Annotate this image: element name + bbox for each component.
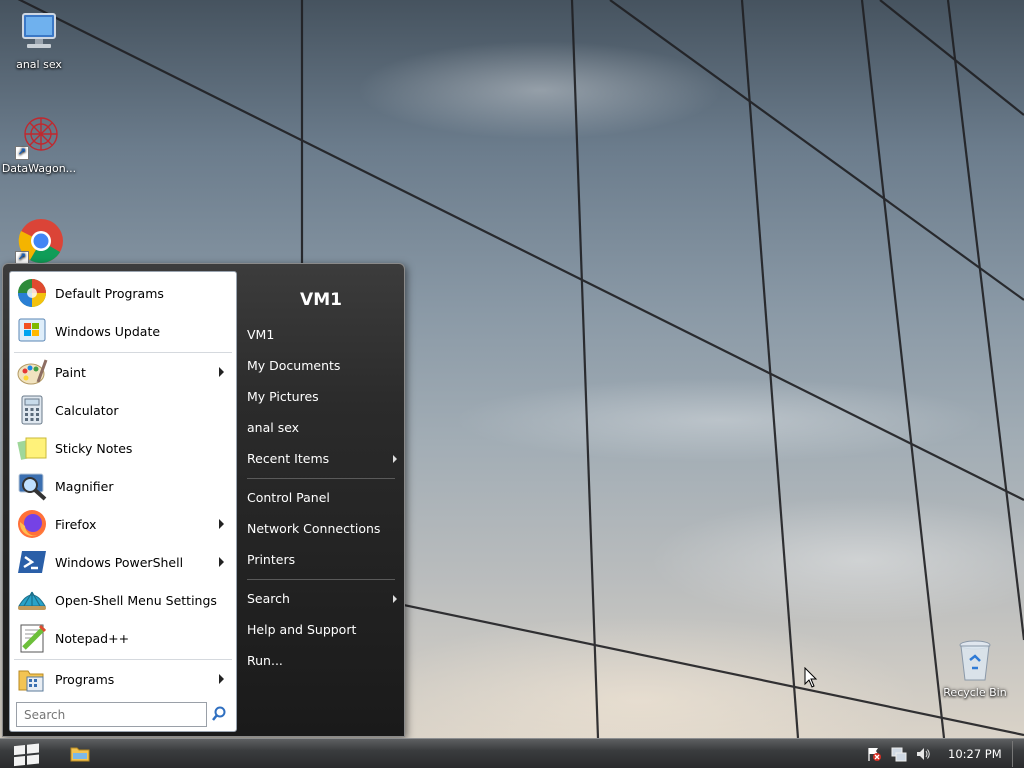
menu-item-calculator[interactable]: Calculator	[12, 392, 234, 428]
menu-item-label: Paint	[55, 364, 86, 380]
action-center-flag-icon[interactable]	[866, 746, 882, 762]
programs-icon	[16, 663, 48, 695]
desktop-icon-datawagon[interactable]: ↗ DataWagon...	[1, 112, 77, 175]
menu-separator	[247, 478, 395, 479]
menu-item-notepad-plus-plus[interactable]: Notepad++	[12, 620, 234, 656]
menu-item-default-programs[interactable]: Default Programs	[12, 275, 234, 311]
right-item-my-pictures[interactable]: My Pictures	[247, 383, 397, 411]
right-item-vm1[interactable]: VM1	[247, 321, 397, 349]
volume-icon[interactable]	[915, 746, 931, 762]
datawagon-icon: ↗	[15, 112, 63, 160]
menu-item-sticky-notes[interactable]: Sticky Notes	[12, 430, 234, 466]
menu-item-magnifier[interactable]: Magnifier	[12, 468, 234, 504]
menu-item-label: Notepad++	[55, 630, 130, 646]
paint-icon	[16, 356, 48, 388]
right-item-control-panel[interactable]: Control Panel	[247, 484, 397, 512]
menu-item-windows-update[interactable]: Windows Update	[12, 313, 234, 349]
right-item-label: Help and Support	[247, 622, 357, 637]
start-button[interactable]	[6, 741, 46, 767]
menu-separator	[247, 579, 395, 580]
open-shell-icon	[16, 584, 48, 616]
computer-icon	[15, 8, 63, 56]
show-desktop-button[interactable]	[1012, 741, 1022, 767]
firefox-icon	[16, 508, 48, 540]
calculator-icon	[16, 394, 48, 426]
right-item-label: anal sex	[247, 420, 300, 435]
right-item-help-and-support[interactable]: Help and Support	[247, 616, 397, 644]
menu-item-label: Sticky Notes	[55, 440, 133, 456]
menu-item-label: Calculator	[55, 402, 119, 418]
taskbar-clock[interactable]: 10:27 PM	[948, 747, 1002, 761]
desktop-icon-label: Recycle Bin	[943, 686, 1007, 699]
menu-separator	[14, 659, 232, 660]
menu-item-powershell[interactable]: Windows PowerShell	[12, 544, 234, 580]
right-item-label: My Documents	[247, 358, 341, 373]
right-item-user-folder[interactable]: anal sex	[247, 414, 397, 442]
folder-icon	[70, 747, 90, 762]
file-explorer-taskbar-button[interactable]	[70, 745, 90, 763]
powershell-icon	[16, 546, 48, 578]
start-menu: Default Programs Windows Update Paint Ca…	[2, 263, 405, 737]
menu-item-label: Default Programs	[55, 285, 164, 301]
notepad-plus-plus-icon	[16, 622, 48, 654]
user-name-title: VM1	[300, 290, 342, 310]
menu-item-label: Windows PowerShell	[55, 554, 184, 570]
right-item-label: Control Panel	[247, 490, 330, 505]
submenu-arrow-icon	[219, 674, 224, 684]
submenu-arrow-icon	[393, 595, 397, 603]
menu-item-label: Programs	[55, 671, 115, 687]
desktop-icon-label: anal sex	[16, 58, 62, 71]
menu-item-firefox[interactable]: Firefox	[12, 506, 234, 542]
right-item-run[interactable]: Run...	[247, 647, 397, 675]
right-item-network-connections[interactable]: Network Connections	[247, 515, 397, 543]
menu-item-label: Magnifier	[55, 478, 114, 494]
windows-update-icon	[16, 315, 48, 347]
default-programs-icon	[16, 277, 48, 309]
right-item-label: My Pictures	[247, 389, 319, 404]
right-item-label: Printers	[247, 552, 296, 567]
sticky-notes-icon	[16, 432, 48, 464]
desktop-icon-label: DataWagon...	[1, 162, 77, 175]
mouse-cursor-icon	[804, 667, 818, 688]
menu-item-label: Open-Shell Menu Settings	[55, 592, 217, 608]
menu-separator	[14, 352, 232, 353]
recycle-bin-icon	[951, 636, 999, 684]
right-item-label: Search	[247, 591, 290, 606]
start-menu-right-pane: VM1 VM1 My Documents My Pictures anal se…	[237, 264, 405, 736]
right-item-my-documents[interactable]: My Documents	[247, 352, 397, 380]
submenu-arrow-icon	[219, 519, 224, 529]
magnifier-icon	[16, 470, 48, 502]
menu-item-label: Windows Update	[55, 323, 161, 339]
menu-item-programs[interactable]: Programs	[12, 661, 234, 697]
right-item-label: Network Connections	[247, 521, 381, 536]
menu-item-paint[interactable]: Paint	[12, 354, 234, 390]
network-icon[interactable]	[891, 746, 907, 762]
submenu-arrow-icon	[393, 455, 397, 463]
windows-logo-icon	[14, 743, 39, 767]
desktop-icon-chrome[interactable]: ↗	[1, 217, 77, 267]
chrome-icon: ↗	[15, 217, 63, 265]
menu-item-label: Firefox	[55, 516, 97, 532]
start-search-input[interactable]	[16, 702, 207, 727]
shortcut-arrow-icon: ↗	[15, 146, 29, 160]
start-menu-left-pane: Default Programs Windows Update Paint Ca…	[9, 271, 237, 732]
menu-item-open-shell-settings[interactable]: Open-Shell Menu Settings	[12, 582, 234, 618]
right-item-label: Run...	[247, 653, 283, 668]
right-item-printers[interactable]: Printers	[247, 546, 397, 574]
right-item-label: VM1	[247, 327, 275, 342]
submenu-arrow-icon	[219, 367, 224, 377]
search-icon[interactable]	[210, 705, 228, 723]
desktop-icon-recycle-bin[interactable]: Recycle Bin	[937, 636, 1013, 699]
right-item-search[interactable]: Search	[247, 585, 397, 613]
taskbar: 10:27 PM	[0, 738, 1024, 768]
right-item-label: Recent Items	[247, 451, 330, 466]
right-item-recent-items[interactable]: Recent Items	[247, 445, 397, 473]
submenu-arrow-icon	[219, 557, 224, 567]
desktop-icon-computer[interactable]: anal sex	[1, 8, 77, 71]
